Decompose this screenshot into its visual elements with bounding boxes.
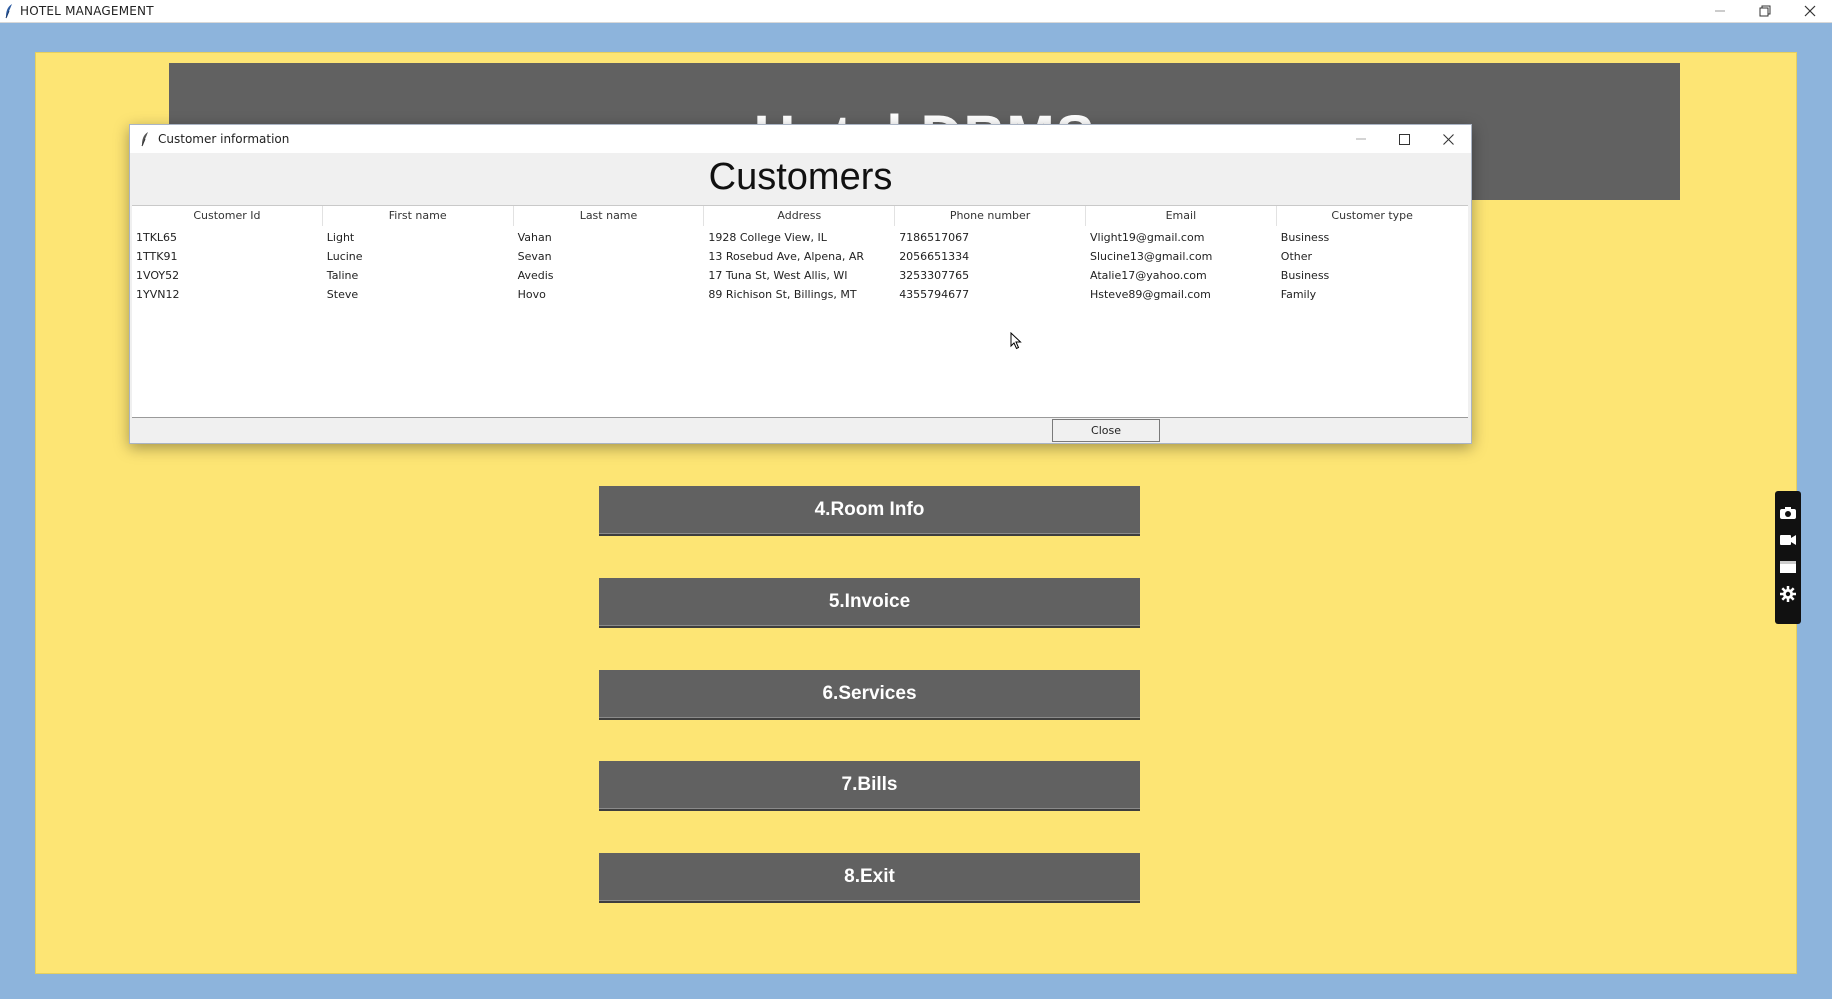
camera-icon[interactable]: [1778, 503, 1798, 523]
restore-button[interactable]: [1745, 0, 1785, 22]
dialog-heading: Customers: [708, 156, 893, 198]
dialog-close-button[interactable]: [1426, 125, 1470, 153]
table-row[interactable]: 1TTK91 Lucine Sevan 13 Rosebud Ave, Alpe…: [132, 247, 1468, 266]
customer-type-cell: Business: [1280, 269, 1330, 282]
last-name-cell: Sevan: [517, 250, 552, 263]
customer-type-cell: Other: [1280, 250, 1313, 263]
minimize-button[interactable]: [1700, 0, 1740, 22]
dialog-minimize-button[interactable]: [1339, 125, 1383, 153]
close-icon: [1442, 133, 1454, 145]
capture-toolbar: [1775, 491, 1801, 624]
address-cell: 1928 College View, IL: [708, 231, 827, 244]
column-header[interactable]: Phone number: [895, 206, 1086, 226]
email-cell: Vlight19@gmail.com: [1089, 231, 1205, 244]
feather-icon: [4, 3, 14, 19]
customer-id-cell: 1TKL65: [136, 231, 178, 244]
first-name-cell: Lucine: [326, 250, 363, 263]
window-icon[interactable]: [1778, 557, 1798, 577]
services-button[interactable]: 6.Services: [599, 670, 1140, 718]
column-header[interactable]: Email: [1086, 206, 1277, 226]
dialog-title: Customer information: [158, 132, 290, 146]
table-body: 1TKL65 Light Vahan 1928 College View, IL…: [132, 228, 1468, 304]
phone-cell: 2056651334: [899, 250, 970, 263]
invoice-button[interactable]: 5.Invoice: [599, 578, 1140, 626]
first-name-cell: Light: [326, 231, 355, 244]
table-row[interactable]: 1VOY52 Taline Avedis 17 Tuna St, West Al…: [132, 266, 1468, 285]
customer-id-cell: 1TTK91: [136, 250, 178, 263]
gear-icon[interactable]: [1778, 584, 1798, 604]
column-header[interactable]: Customer type: [1277, 206, 1468, 226]
last-name-cell: Hovo: [517, 288, 546, 301]
first-name-cell: Taline: [326, 269, 359, 282]
email-cell: Hsteve89@gmail.com: [1089, 288, 1211, 301]
column-header[interactable]: Last name: [514, 206, 705, 226]
maximize-icon: [1398, 133, 1410, 145]
customer-type-cell: Business: [1280, 231, 1330, 244]
customer-information-dialog: Customer information Customers Customer …: [129, 124, 1472, 444]
window-title: HOTEL MANAGEMENT: [20, 4, 154, 18]
email-cell: Atalie17@yahoo.com: [1089, 269, 1207, 282]
close-icon: [1804, 5, 1816, 17]
address-cell: 17 Tuna St, West Allis, WI: [708, 269, 848, 282]
table-row[interactable]: 1YVN12 Steve Hovo 89 Richison St, Billin…: [132, 285, 1468, 304]
table-header-row: Customer Id First name Last name Address…: [132, 206, 1468, 226]
minimize-icon: [1715, 10, 1725, 12]
column-header[interactable]: First name: [323, 206, 514, 226]
last-name-cell: Vahan: [517, 231, 552, 244]
dialog-maximize-button[interactable]: [1382, 125, 1426, 153]
customers-table[interactable]: Customer Id First name Last name Address…: [132, 205, 1468, 418]
table-row[interactable]: 1TKL65 Light Vahan 1928 College View, IL…: [132, 228, 1468, 247]
video-camera-icon[interactable]: [1778, 530, 1798, 550]
last-name-cell: Avedis: [517, 269, 554, 282]
customer-id-cell: 1VOY52: [136, 269, 180, 282]
customer-id-cell: 1YVN12: [136, 288, 180, 301]
address-cell: 89 Richison St, Billings, MT: [708, 288, 857, 301]
minimize-icon: [1356, 138, 1366, 140]
mouse-cursor-icon: [1010, 332, 1022, 350]
close-window-button[interactable]: [1790, 0, 1830, 22]
restore-icon: [1759, 5, 1771, 17]
address-cell: 13 Rosebud Ave, Alpena, AR: [708, 250, 865, 263]
phone-cell: 7186517067: [899, 231, 970, 244]
bills-button[interactable]: 7.Bills: [599, 761, 1140, 809]
email-cell: Slucine13@gmail.com: [1089, 250, 1213, 263]
column-header[interactable]: Customer Id: [132, 206, 323, 226]
close-button[interactable]: Close: [1052, 419, 1160, 442]
phone-cell: 3253307765: [899, 269, 970, 282]
phone-cell: 4355794677: [899, 288, 970, 301]
feather-icon: [140, 131, 150, 147]
dialog-title-bar: Customer information: [130, 125, 1471, 153]
column-header[interactable]: Address: [704, 206, 896, 226]
customer-type-cell: Family: [1280, 288, 1317, 301]
room-info-button[interactable]: 4.Room Info: [599, 486, 1140, 534]
first-name-cell: Steve: [326, 288, 359, 301]
main-title-bar: HOTEL MANAGEMENT: [0, 0, 1832, 23]
exit-button[interactable]: 8.Exit: [599, 853, 1140, 901]
